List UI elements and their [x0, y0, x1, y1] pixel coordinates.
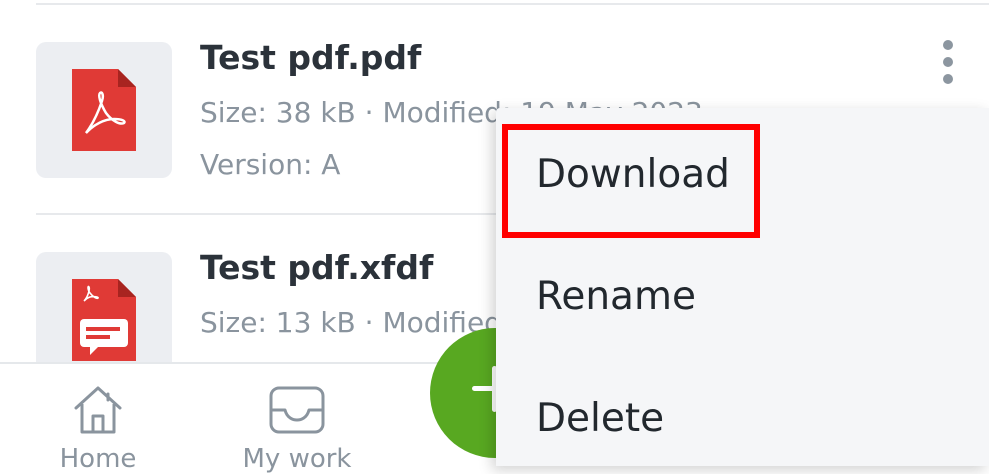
menu-item-download[interactable]: Download — [536, 152, 730, 197]
more-icon-dot — [943, 74, 953, 84]
nav-label-my-work: My work — [242, 444, 352, 474]
pdf-file-icon — [72, 69, 136, 151]
nav-label-home: Home — [59, 444, 137, 474]
nav-item-my-work[interactable]: My work — [212, 384, 382, 474]
more-icon-dot — [943, 57, 953, 67]
more-options-button[interactable] — [930, 40, 966, 84]
list-divider — [36, 3, 989, 5]
inbox-icon — [269, 386, 325, 434]
file-version: Version: A — [200, 148, 341, 181]
menu-item-rename[interactable]: Rename — [536, 274, 696, 319]
file-name: Test pdf.pdf — [200, 38, 422, 77]
file-thumbnail — [36, 42, 172, 178]
context-menu: Download Rename Delete — [496, 108, 989, 466]
more-vertical-icon — [943, 40, 953, 50]
file-name: Test pdf.xfdf — [200, 248, 434, 287]
menu-item-delete[interactable]: Delete — [536, 396, 664, 441]
nav-item-home[interactable]: Home — [13, 384, 183, 474]
pdf-annotation-file-icon — [72, 279, 136, 361]
home-icon — [74, 386, 122, 434]
